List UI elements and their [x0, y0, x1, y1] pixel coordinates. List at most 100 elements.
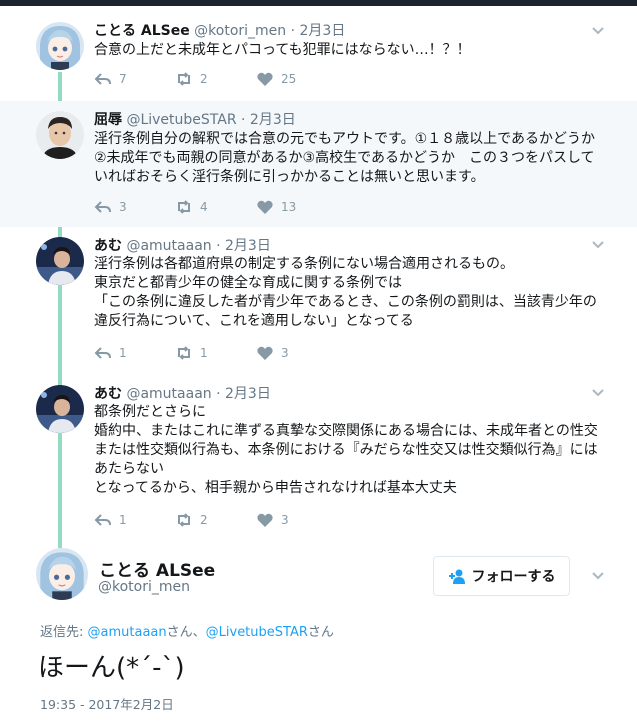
display-name[interactable]: あむ: [94, 386, 122, 402]
tweet-text-line: 淫行条例は各都道府県の制定する条例にない場合適用されるもの。: [94, 256, 514, 272]
reply-button[interactable]: 1: [94, 344, 127, 362]
like-count: 3: [281, 513, 289, 527]
reply-prefix: 返信先:: [40, 625, 88, 640]
tweet-header: ことる ALSee @kotori_men · 2月3日: [94, 20, 345, 40]
reply-suffix: さん、: [166, 625, 206, 640]
chevron-down-icon[interactable]: [591, 386, 605, 400]
user-handle[interactable]: @kotori_men: [194, 23, 286, 39]
tweet-header: あむ @amutaaan · 2月3日: [94, 383, 271, 403]
like-button[interactable]: 25: [256, 70, 296, 88]
retweet-icon: [178, 346, 190, 360]
tweet-time[interactable]: 2月3日: [225, 386, 271, 402]
retweet-icon: [178, 513, 190, 527]
heart-icon: [257, 200, 273, 214]
anime-girl-avatar-icon: [36, 22, 84, 70]
reply-icon: [94, 201, 111, 213]
person-photo-avatar-icon: [36, 385, 84, 433]
replying-to: 返信先: @amutaaanさん、@LivetubeSTARさん: [40, 621, 334, 640]
avatar[interactable]: [36, 237, 84, 285]
like-count: 3: [281, 346, 289, 360]
tweet-text: 淫行条例自分の解釈では合意の元でもアウトです。①１８歳以上であるかどうか ②未成…: [94, 130, 614, 187]
separator-dot: ·: [216, 238, 221, 254]
chevron-down-icon[interactable]: [591, 569, 605, 583]
reply-count: 1: [119, 513, 127, 527]
reply-button[interactable]: 1: [94, 511, 127, 529]
tweet-text-line: 都条例だとさらに: [94, 404, 206, 420]
tweet-text-line: いればおそらく淫行条例に引っかかることは無いと思います。: [94, 169, 485, 185]
tweet-text-line: または性交類似行為も、本条例における『みだらな性交又は性交類似行為』には: [94, 442, 598, 458]
retweet-button[interactable]: 2: [175, 511, 208, 529]
retweet-button[interactable]: 1: [175, 344, 208, 362]
avatar[interactable]: [36, 22, 84, 70]
tweet-2[interactable]: 屈辱 @LivetubeSTAR · 2月3日 淫行条例自分の解釈では合意の元で…: [0, 101, 637, 227]
tweet-time[interactable]: 2月3日: [250, 112, 296, 128]
like-button[interactable]: 13: [256, 198, 296, 216]
separator-dot: ·: [290, 23, 296, 39]
tweet-header: 屈辱 @LivetubeSTAR · 2月3日: [94, 109, 296, 129]
tweet-3[interactable]: あむ @amutaaan · 2月3日 淫行条例は各都道府県の制定する条例にない…: [0, 227, 637, 375]
reply-user-link[interactable]: @amutaaan: [88, 625, 167, 640]
like-button[interactable]: 3: [256, 511, 289, 529]
reply-button[interactable]: 7: [94, 70, 127, 88]
retweet-icon: [178, 72, 190, 86]
tweet-text-line: 東京だと都青少年の健全な育成に関する条例では: [94, 275, 402, 291]
avatar[interactable]: [36, 385, 84, 433]
retweet-button[interactable]: 2: [175, 70, 208, 88]
follow-button[interactable]: フォローする: [433, 556, 570, 596]
display-name[interactable]: あむ: [94, 238, 122, 254]
retweet-icon: [178, 200, 190, 214]
retweet-count: 4: [200, 200, 208, 214]
retweet-count: 2: [200, 72, 208, 86]
tweet-timestamp[interactable]: 19:35 - 2017年2月2日: [40, 694, 174, 713]
separator-dot: ·: [241, 112, 246, 128]
like-count: 13: [281, 200, 297, 214]
avatar[interactable]: [36, 111, 84, 159]
reply-icon: [94, 514, 111, 526]
tweet-1[interactable]: ことる ALSee @kotori_men · 2月3日 合意の上だと未成年とパ…: [0, 6, 637, 101]
retweet-count: 1: [200, 346, 208, 360]
tweet-text-line: となってるから、相手親から申告されなければ基本大丈夫: [94, 480, 457, 496]
display-name[interactable]: 屈辱: [94, 112, 122, 128]
tweet-text: 合意の上だと未成年とパコっても犯罪にはならない…！？！: [94, 41, 614, 60]
user-handle[interactable]: @amutaaan: [126, 386, 211, 402]
person-photo-avatar-icon: [36, 237, 84, 285]
anime-girl-avatar-icon: [36, 548, 88, 600]
reply-suffix: さん: [307, 625, 334, 640]
follow-button-label: フォローする: [471, 569, 556, 585]
user-handle[interactable]: @amutaaan: [126, 238, 211, 254]
reply-count: 7: [119, 72, 127, 86]
tweet-text-line: 違反行為について、これを適用しない」となってる: [94, 313, 414, 329]
separator-dot: ·: [216, 386, 221, 402]
main-display-name[interactable]: ことる ALSee: [99, 556, 215, 581]
tweet-text-line: ②未成年でも両親の同意があるか③高校生であるかどうか この３つをパスして: [94, 150, 595, 166]
tweet-text-line: 合意の上だと未成年とパコっても犯罪にはならない…！？！: [94, 42, 471, 58]
add-user-icon: [448, 569, 465, 584]
reply-button[interactable]: 3: [94, 198, 127, 216]
reply-count: 3: [119, 200, 127, 214]
reply-icon: [94, 73, 111, 85]
reply-user-link[interactable]: @LivetubeSTAR: [206, 625, 308, 640]
man-photo-avatar-icon: [36, 111, 84, 159]
like-count: 25: [281, 72, 297, 86]
tweet-text-line: 婚約中、またはこれに準ずる真摯な交際関係にある場合には、未成年者との性交: [94, 423, 598, 439]
like-button[interactable]: 3: [256, 344, 289, 362]
main-user-handle[interactable]: @kotori_men: [98, 579, 190, 595]
heart-icon: [257, 72, 273, 86]
chevron-down-icon[interactable]: [591, 238, 605, 252]
tweet-text-line: 淫行条例自分の解釈では合意の元でもアウトです。①１８歳以上であるかどうか: [94, 131, 596, 147]
heart-icon: [257, 513, 273, 527]
tweet-text: 淫行条例は各都道府県の制定する条例にない場合適用されるもの。 東京だと都青少年の…: [94, 255, 614, 331]
reply-count: 1: [119, 346, 127, 360]
tweet-time[interactable]: 2月3日: [300, 23, 346, 39]
retweet-count: 2: [200, 513, 208, 527]
tweet-time[interactable]: 2月3日: [225, 238, 271, 254]
main-avatar[interactable]: [36, 548, 88, 600]
user-handle[interactable]: @LivetubeSTAR: [126, 112, 236, 128]
reply-icon: [94, 347, 111, 359]
tweet-4[interactable]: あむ @amutaaan · 2月3日 都条例だとさらに 婚約中、またはこれに準…: [0, 375, 637, 543]
tweet-text-line: 「この条例に違反した者が青少年であるとき、この条例の罰則は、当該青少年の: [94, 294, 597, 310]
retweet-button[interactable]: 4: [175, 198, 208, 216]
heart-icon: [257, 346, 273, 360]
chevron-down-icon[interactable]: [591, 24, 605, 38]
display-name[interactable]: ことる ALSee: [94, 23, 190, 39]
